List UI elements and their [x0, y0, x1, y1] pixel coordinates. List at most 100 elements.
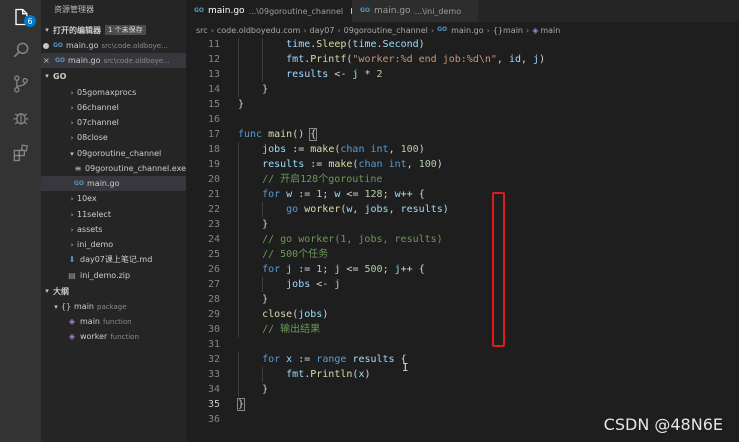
tree-folder-item[interactable]: › assets	[41, 222, 186, 237]
line-number: 29	[207, 309, 220, 320]
open-editors-header[interactable]: ▾ 打开的编辑器 1 个未保存	[41, 23, 186, 37]
code-line[interactable]: 27 jobs <- j	[186, 277, 739, 292]
code-line[interactable]: 34}	[186, 382, 739, 397]
tree-file-item[interactable]: ▤ ini_demo.zip	[41, 268, 186, 283]
modified-dot-icon[interactable]	[43, 42, 49, 49]
breadcrumb-item[interactable]: day07	[310, 26, 335, 35]
code-line[interactable]: 31	[186, 337, 739, 352]
code-line[interactable]: 33 fmt.Println(x)	[186, 367, 739, 382]
outline-item[interactable]: ▾ {} main package	[41, 299, 186, 314]
code-line[interactable]: 12 fmt.Printf("worker:%d end job:%d\n", i…	[186, 52, 739, 67]
indent-guide	[238, 142, 239, 157]
close-icon[interactable]: ×	[43, 56, 51, 65]
code-line[interactable]: 19 results := make(chan int, 100)	[186, 157, 739, 172]
debug-icon[interactable]	[10, 107, 32, 129]
breadcrumb: src › code.oldboyedu.com › day07 › 09gorout…	[186, 22, 739, 38]
chevron-down-icon: ▾	[70, 149, 74, 158]
line-number: 12	[207, 54, 220, 65]
code-text: results <- j * 2	[286, 67, 382, 82]
tree-folder-item[interactable]: ▾ 09goroutine_channel	[41, 146, 186, 161]
tree-item-label: 10ex	[77, 194, 97, 203]
chevron-down-icon: ▾	[45, 72, 49, 80]
indent-guide	[262, 202, 264, 217]
tree-folder-item[interactable]: › 10ex	[41, 191, 186, 206]
code-line[interactable]: 18 jobs := make(chan int, 100)	[186, 142, 739, 157]
code-line[interactable]: 13 results <- j * 2	[186, 67, 739, 82]
tree-folder-item[interactable]: › 11select	[41, 207, 186, 222]
code-line[interactable]: 30 // 输出结果	[186, 322, 739, 337]
tab-main-go-active[interactable]: GO main.go ...\09goroutine_channel	[186, 0, 352, 22]
code-line[interactable]: 14}	[186, 82, 739, 97]
code-line[interactable]: 21 for w := 1; w <= 128; w++ {	[186, 187, 739, 202]
outline-item[interactable]: ◈ main function	[41, 314, 186, 329]
breadcrumb-item[interactable]: src	[196, 26, 208, 35]
code-line[interactable]: 11 time.Sleep(time.Second)	[186, 38, 739, 52]
go-file-icon: GO	[53, 41, 64, 49]
code-line[interactable]: 24 // go worker(1, jobs, results)	[186, 232, 739, 247]
text-cursor-icon: I	[402, 361, 409, 374]
breadcrumb-item[interactable]: code.oldboyedu.com	[217, 26, 300, 35]
code-line[interactable]: 29 close(jobs)	[186, 307, 739, 322]
search-icon[interactable]	[10, 39, 32, 61]
code-text: }	[238, 97, 244, 112]
code-line[interactable]: 35}	[186, 397, 739, 412]
open-editor-item[interactable]: × GO main.go src\code.oldboye...	[41, 53, 186, 68]
open-editor-item[interactable]: GO main.go src\code.oldboye...	[41, 38, 186, 53]
code-line[interactable]: 23}	[186, 217, 739, 232]
indent-guide	[262, 52, 264, 67]
tree-item-label: day07课上笔记.md	[80, 255, 153, 264]
tree-file-item[interactable]: ≡ 09goroutine_channel.exe	[41, 161, 186, 176]
code-token: ,	[521, 54, 534, 65]
code-token: ,	[388, 204, 401, 215]
tree-folder-item[interactable]: › 08close	[41, 130, 186, 145]
markdown-file-icon: ⬇	[68, 254, 76, 264]
tree-folder-item[interactable]: › 07channel	[41, 115, 186, 130]
code-token: int	[388, 159, 407, 170]
indent-guide	[238, 367, 239, 382]
indent-guide	[238, 232, 239, 247]
indent-guide	[238, 292, 239, 307]
extensions-icon[interactable]	[10, 142, 32, 164]
code-line[interactable]: 15}	[186, 97, 739, 112]
indent-guide	[238, 202, 239, 217]
code-token: worker	[304, 204, 341, 215]
tree-folder-item[interactable]: › 06channel	[41, 100, 186, 115]
breadcrumb-item[interactable]: 09goroutine_channel	[344, 26, 428, 35]
tree-file-item[interactable]: ⬇ day07课上笔记.md	[41, 252, 186, 267]
chevron-down-icon: ▾	[54, 302, 58, 311]
code-text: for j := 1; j <= 500; j++ {	[262, 262, 425, 277]
breadcrumb-item[interactable]: main.go	[451, 26, 484, 35]
code-line[interactable]: 25 // 500个任务	[186, 247, 739, 262]
go-file-icon: GO	[360, 7, 371, 14]
tree-folder-item[interactable]: › 05gomaxprocs	[41, 85, 186, 100]
line-number: 16	[207, 114, 220, 125]
outline-header[interactable]: ▾ 大纲	[41, 284, 186, 298]
namespace-icon: {}	[61, 301, 72, 311]
source-control-icon[interactable]	[10, 73, 32, 95]
code-line[interactable]: 32 for x := range results {	[186, 352, 739, 367]
code-line[interactable]: 22 go worker(w, jobs, results)	[186, 202, 739, 217]
code-token: ,	[406, 159, 419, 170]
breadcrumb-item[interactable]: {}main	[493, 26, 523, 35]
code-token: 2	[376, 69, 383, 80]
code-line[interactable]: 16	[186, 112, 739, 127]
folder-header[interactable]: ▾ GO	[41, 69, 186, 83]
chevron-right-icon: ›	[486, 25, 490, 35]
code-line[interactable]: 28}	[186, 292, 739, 307]
breadcrumb-item[interactable]: main	[540, 26, 560, 35]
code-line[interactable]: 26 for j := 1; j <= 500; j++ {	[186, 262, 739, 277]
code-line[interactable]: 20 // 开启128个goroutine	[186, 172, 739, 187]
tab-label: main.go	[374, 6, 411, 16]
outline-item-label: worker	[80, 332, 108, 341]
code-text: time.Sleep(time.Second)	[286, 38, 425, 52]
tab-main-go[interactable]: GO main.go ...\ini_demo	[352, 0, 478, 22]
line-number: 27	[207, 279, 220, 290]
tree-folder-item[interactable]: › ini_demo	[41, 237, 186, 252]
code-token: "worker:%d end job:%d\n"	[352, 54, 497, 65]
outline-item[interactable]: ◈ worker function	[41, 329, 186, 344]
tree-file-item[interactable]: GO main.go	[41, 176, 186, 191]
tab-label: main.go	[208, 6, 245, 16]
code-text: fmt.Printf("worker:%d end job:%d\n", id,…	[286, 52, 545, 67]
code-line[interactable]: 17 func main() {	[186, 127, 739, 142]
code-editor[interactable]: 11 time.Sleep(time.Second) 12 fmt.Printf("w…	[186, 38, 739, 442]
